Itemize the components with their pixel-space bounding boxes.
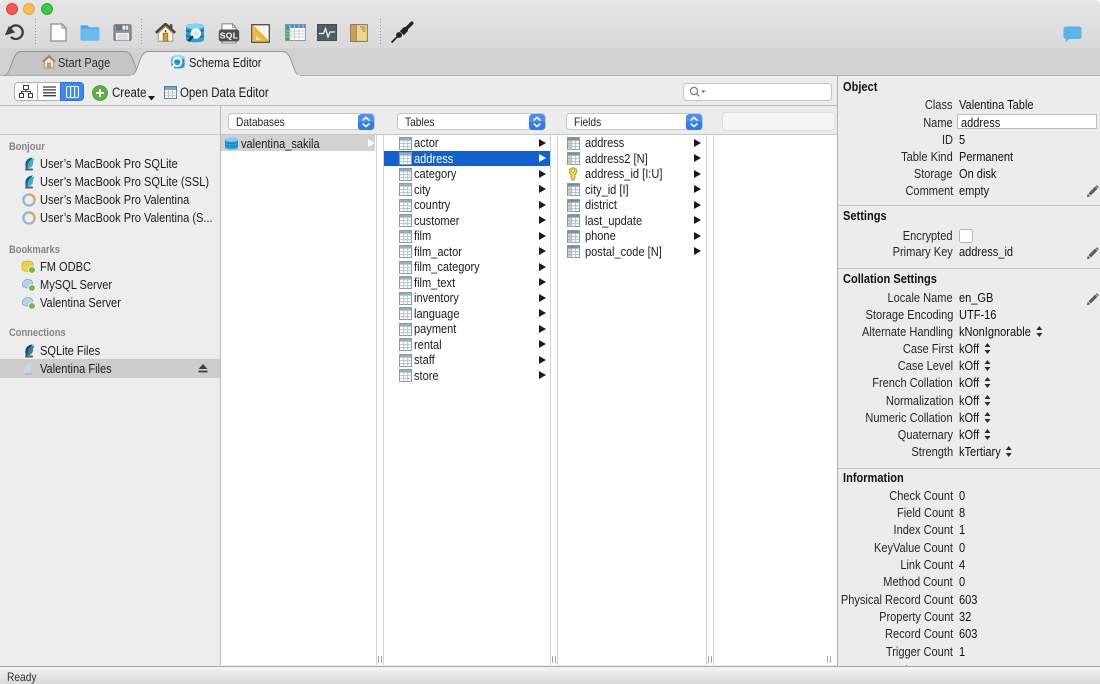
svg-text:SQL: SQL: [220, 31, 239, 41]
